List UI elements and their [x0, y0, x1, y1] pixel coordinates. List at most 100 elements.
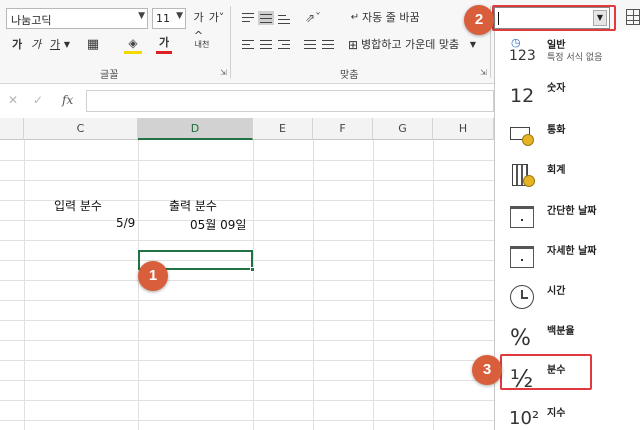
- format-label: 회계: [547, 165, 566, 176]
- fill-color-icon[interactable]: ◈: [124, 36, 142, 54]
- clock-icon: [509, 282, 537, 312]
- column-header-partial[interactable]: [0, 118, 24, 140]
- font-color-button[interactable]: 가: [156, 36, 172, 54]
- column-header-d[interactable]: D: [138, 118, 253, 140]
- insert-function-icon[interactable]: fx: [62, 93, 73, 107]
- underline-button[interactable]: 가: [48, 36, 62, 54]
- callout-badge-2: 2: [464, 5, 494, 35]
- gridline: [0, 420, 494, 421]
- worksheet-grid[interactable]: C D E F G H 입력 분수 출력 분수 5/9 05월 09일: [0, 118, 494, 430]
- gridline: [24, 140, 25, 430]
- number-format-highlight: [492, 5, 616, 31]
- format-label: 지수: [547, 408, 566, 419]
- phonetic-button[interactable]: 내천: [192, 36, 212, 54]
- cell-d3[interactable]: 출력 분수: [169, 197, 217, 214]
- align-middle-icon[interactable]: [258, 11, 274, 25]
- gridline: [138, 140, 139, 430]
- format-short-date[interactable]: 간단한 날짜: [495, 198, 640, 238]
- font-size-box[interactable]: 11 ▼: [152, 8, 186, 29]
- merge-center-button[interactable]: 병합하고 가운데 맞춤: [361, 36, 465, 54]
- font-size-value: 11: [156, 12, 170, 25]
- cell-c3[interactable]: 입력 분수: [54, 197, 102, 214]
- font-name-value: 나눔고딕: [11, 14, 52, 27]
- calendar-short-icon: [509, 202, 537, 232]
- format-label: 백분율: [547, 326, 575, 337]
- align-top-icon[interactable]: [240, 11, 256, 25]
- calculator-icon: [509, 161, 537, 191]
- format-scientific[interactable]: 10² 지수: [495, 398, 640, 430]
- dialog-launcher-icon[interactable]: ⇲: [220, 68, 227, 77]
- conditional-format-icon[interactable]: [626, 9, 640, 25]
- column-header-row: C D E F G H: [0, 118, 494, 140]
- group-divider: [230, 6, 231, 78]
- format-general[interactable]: ◷ 123 일반 특정 서식 없음: [495, 32, 640, 72]
- format-label: 일반: [547, 40, 566, 51]
- gridline: [0, 380, 494, 381]
- align-bottom-icon[interactable]: [276, 11, 292, 25]
- align-left-icon[interactable]: [240, 38, 256, 52]
- wrap-text-icon[interactable]: ↵: [348, 9, 362, 27]
- bold-button[interactable]: 가: [10, 36, 24, 54]
- gridline: [0, 320, 494, 321]
- cell-c4[interactable]: 5/9: [116, 216, 135, 230]
- increase-indent-icon[interactable]: [320, 38, 336, 52]
- chevron-down-icon[interactable]: ▼: [176, 11, 183, 21]
- merge-icon[interactable]: ⊞: [346, 36, 360, 54]
- format-label: 시간: [547, 286, 566, 297]
- border-icon[interactable]: ▦: [84, 36, 102, 54]
- format-sub: 특정 서식 없음: [547, 53, 603, 63]
- format-time[interactable]: 시간: [495, 278, 640, 318]
- gridline: [373, 140, 374, 430]
- format-number[interactable]: 12 숫자: [495, 75, 640, 115]
- gridline: [0, 280, 494, 281]
- column-header-c[interactable]: C: [24, 118, 138, 140]
- format-long-date[interactable]: 자세한 날짜: [495, 238, 640, 278]
- column-header-f[interactable]: F: [313, 118, 373, 140]
- align-right-icon[interactable]: [276, 38, 292, 52]
- calendar-long-icon: [509, 242, 537, 272]
- format-label: 간단한 날짜: [547, 206, 597, 217]
- gridline: [0, 180, 494, 181]
- gridline: [0, 240, 494, 241]
- cell-d4[interactable]: 05월 09일: [190, 216, 246, 233]
- format-accounting[interactable]: 회계: [495, 157, 640, 197]
- formula-bar: ✕ ✓ fx: [0, 88, 494, 114]
- callout-badge-3: 3: [472, 355, 502, 385]
- percent-icon: %: [510, 326, 531, 351]
- italic-button[interactable]: 가: [29, 36, 43, 54]
- currency-icon: [509, 121, 537, 151]
- format-currency[interactable]: 통화: [495, 117, 640, 157]
- fraction-highlight: [500, 354, 592, 390]
- align-center-icon[interactable]: [258, 38, 274, 52]
- callout-badge-1: 1: [138, 261, 168, 291]
- format-percent[interactable]: % 백분율: [495, 318, 640, 358]
- column-header-e[interactable]: E: [253, 118, 313, 140]
- dialog-launcher-icon[interactable]: ⇲: [480, 68, 487, 77]
- gridline: [313, 140, 314, 430]
- shrink-font-button[interactable]: 가˅: [208, 9, 225, 27]
- font-name-box[interactable]: 나눔고딕 ▼: [6, 8, 148, 29]
- gridline: [0, 160, 494, 161]
- chevron-down-icon[interactable]: ▼: [138, 11, 145, 21]
- alignment-group-label: 맞춤: [340, 70, 359, 81]
- column-header-g[interactable]: G: [373, 118, 433, 140]
- grow-font-button[interactable]: 가^: [190, 9, 207, 42]
- gridline: [0, 340, 494, 341]
- fill-handle[interactable]: [250, 267, 255, 272]
- enter-icon[interactable]: ✓: [33, 93, 43, 107]
- font-group-label: 글꼴: [100, 70, 119, 81]
- decrease-indent-icon[interactable]: [302, 38, 318, 52]
- gridline: [433, 140, 434, 430]
- chevron-down-icon[interactable]: ▼: [62, 36, 72, 54]
- column-header-h[interactable]: H: [433, 118, 494, 140]
- gridline: [0, 400, 494, 401]
- formula-input[interactable]: [86, 90, 494, 112]
- gridline: [0, 300, 494, 301]
- orientation-icon[interactable]: ⇗ˇ: [302, 9, 324, 27]
- chevron-down-icon[interactable]: ▼: [468, 36, 478, 54]
- wrap-text-button[interactable]: 자동 줄 바꿈: [362, 9, 424, 27]
- gridline: [0, 220, 494, 221]
- cancel-icon[interactable]: ✕: [8, 93, 18, 107]
- clock-123-icon: ◷ 123: [509, 36, 536, 64]
- gridline: [0, 360, 494, 361]
